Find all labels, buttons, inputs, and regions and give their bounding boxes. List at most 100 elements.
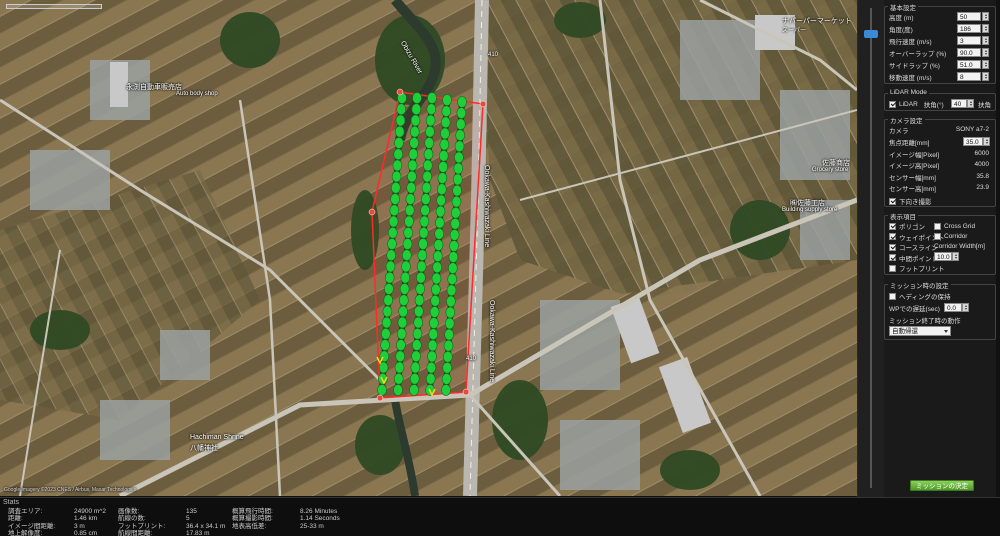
polygon-vertex-marker[interactable] [396,88,404,96]
waypoint-marker[interactable] [420,193,431,205]
camera-model[interactable]: SONY a7-2 [956,126,989,133]
corridor-width-input[interactable]: 10.0 [934,252,952,261]
waypoint-marker[interactable] [410,361,421,374]
waypoint-marker[interactable] [454,151,464,164]
basic-field-spinner[interactable] [982,48,989,57]
waypoint-marker[interactable] [436,194,446,207]
waypoint-marker[interactable] [452,184,462,197]
waypoint-marker[interactable] [411,350,421,363]
waypoint-marker[interactable] [380,327,391,340]
waypoint-marker[interactable] [448,251,459,263]
waypoint-marker[interactable] [429,306,440,318]
waypoint-marker[interactable] [440,116,451,129]
basic-field-spinner[interactable] [982,60,989,69]
waypoint-marker[interactable] [425,114,436,127]
waypoint-marker[interactable] [394,125,405,138]
basic-field-spinner[interactable] [982,24,989,33]
waypoint-marker[interactable] [391,170,402,183]
waypoint-marker[interactable] [439,138,450,151]
waypoint-marker[interactable] [431,272,442,285]
waypoint-marker[interactable] [429,317,439,329]
waypoint-marker[interactable] [396,339,406,351]
waypoint-marker[interactable] [446,284,457,297]
basic-field-input[interactable]: 50 [957,12,981,21]
waypoint-marker[interactable] [457,96,467,108]
waypoint-marker[interactable] [430,294,441,307]
waypoint-marker[interactable] [424,137,435,149]
waypoint-marker[interactable] [398,294,409,307]
display-item-checkbox[interactable] [889,233,896,240]
waypoint-marker[interactable] [434,216,445,229]
corridor-width-spinner[interactable] [952,252,959,261]
waypoint-marker[interactable] [432,261,443,274]
waypoint-marker[interactable] [407,170,417,183]
waypoint-marker[interactable] [393,384,403,396]
waypoint-marker[interactable] [404,204,415,217]
waypoint-marker[interactable] [425,372,436,385]
waypoint-marker[interactable] [401,260,411,273]
waypoint-marker[interactable] [403,227,414,239]
lidar-angle-spinner[interactable] [967,99,974,108]
polygon-vertex-marker[interactable] [462,388,470,396]
waypoint-marker[interactable] [453,162,464,175]
waypoint-marker[interactable] [451,195,462,208]
wp-delay-spinner[interactable] [962,303,969,312]
display-item-checkbox[interactable] [934,233,941,240]
waypoint-marker[interactable] [437,172,448,184]
waypoint-marker[interactable] [415,283,426,295]
nadir-checkbox[interactable] [889,197,896,205]
waypoint-marker[interactable] [413,305,424,318]
waypoint-marker[interactable] [422,159,433,172]
waypoint-marker[interactable] [394,137,404,149]
waypoint-marker[interactable] [452,173,463,186]
waypoint-marker[interactable] [395,350,406,363]
waypoint-marker[interactable] [419,215,430,228]
waypoint-marker[interactable] [390,182,401,194]
waypoint-marker[interactable] [456,107,467,119]
waypoint-marker[interactable] [412,327,423,340]
waypoint-marker[interactable] [416,271,426,284]
waypoint-marker[interactable] [401,249,412,261]
waypoint-marker[interactable] [409,125,420,138]
waypoint-marker[interactable] [394,361,405,374]
waypoint-marker[interactable] [444,328,454,341]
waypoint-marker[interactable] [412,92,422,104]
waypoint-marker[interactable] [395,114,406,127]
waypoint-marker[interactable] [426,361,437,374]
waypoint-marker[interactable] [380,339,390,351]
waypoint-marker[interactable] [392,159,403,172]
waypoint-marker[interactable] [426,103,437,115]
waypoint-marker[interactable] [381,316,392,329]
polygon-vertex-marker[interactable] [376,394,384,402]
waypoint-marker[interactable] [449,229,460,241]
waypoint-marker[interactable] [431,283,441,296]
focal-length-spinner[interactable] [983,137,990,146]
waypoint-marker[interactable] [442,350,453,363]
waypoint-marker[interactable] [407,159,418,172]
satellite-map[interactable] [0,0,857,496]
waypoint-marker[interactable] [410,114,421,127]
waypoint-marker[interactable] [447,273,458,286]
waypoint-marker[interactable] [398,305,408,318]
polygon-vertex-marker[interactable] [479,100,487,108]
waypoint-marker[interactable] [396,327,407,340]
map-view[interactable]: Obizu River 410 410 Ookawa-Kashiwazaki L… [0,0,857,496]
panel-scrollbar[interactable] [996,0,1000,497]
waypoint-marker[interactable] [418,227,429,239]
waypoint-marker[interactable] [427,92,437,104]
basic-field-input[interactable]: 8 [957,72,981,81]
waypoint-marker[interactable] [411,339,422,351]
waypoint-marker[interactable] [384,283,394,295]
basic-field-input[interactable]: 186 [957,24,981,33]
waypoint-marker[interactable] [402,238,413,250]
end-action-select[interactable]: 自動帰還 [889,326,951,336]
waypoint-marker[interactable] [441,373,452,385]
waypoint-marker[interactable] [441,105,452,117]
waypoint-marker[interactable] [432,250,443,263]
waypoint-marker[interactable] [409,384,419,396]
waypoint-marker[interactable] [450,207,461,219]
zoom-slider-track[interactable] [870,8,872,488]
waypoint-marker[interactable] [387,227,398,239]
waypoint-marker[interactable] [450,218,461,230]
waypoint-marker[interactable] [449,240,459,252]
